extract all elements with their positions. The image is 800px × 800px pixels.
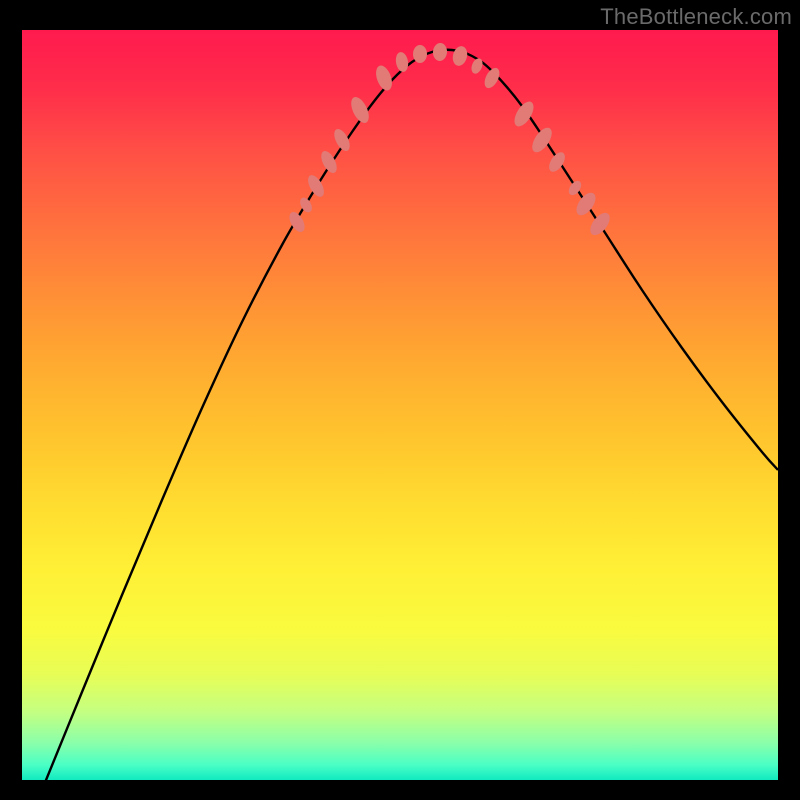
highlight-point <box>469 57 484 76</box>
curve-line <box>44 50 778 785</box>
bottleneck-curve <box>44 50 778 785</box>
highlight-point <box>511 98 538 129</box>
highlight-point <box>573 189 600 218</box>
chart-frame: TheBottleneck.com <box>0 0 800 800</box>
highlight-point <box>318 149 340 176</box>
highlight-points <box>286 42 613 238</box>
curve-svg <box>22 30 778 780</box>
watermark-text: TheBottleneck.com <box>600 4 792 30</box>
highlight-point <box>373 63 395 92</box>
highlight-point <box>451 45 470 68</box>
highlight-point <box>432 42 448 61</box>
plot-area <box>22 30 778 780</box>
highlight-point <box>331 127 353 154</box>
highlight-point <box>413 45 427 63</box>
highlight-point <box>586 209 613 238</box>
highlight-point <box>394 51 409 73</box>
